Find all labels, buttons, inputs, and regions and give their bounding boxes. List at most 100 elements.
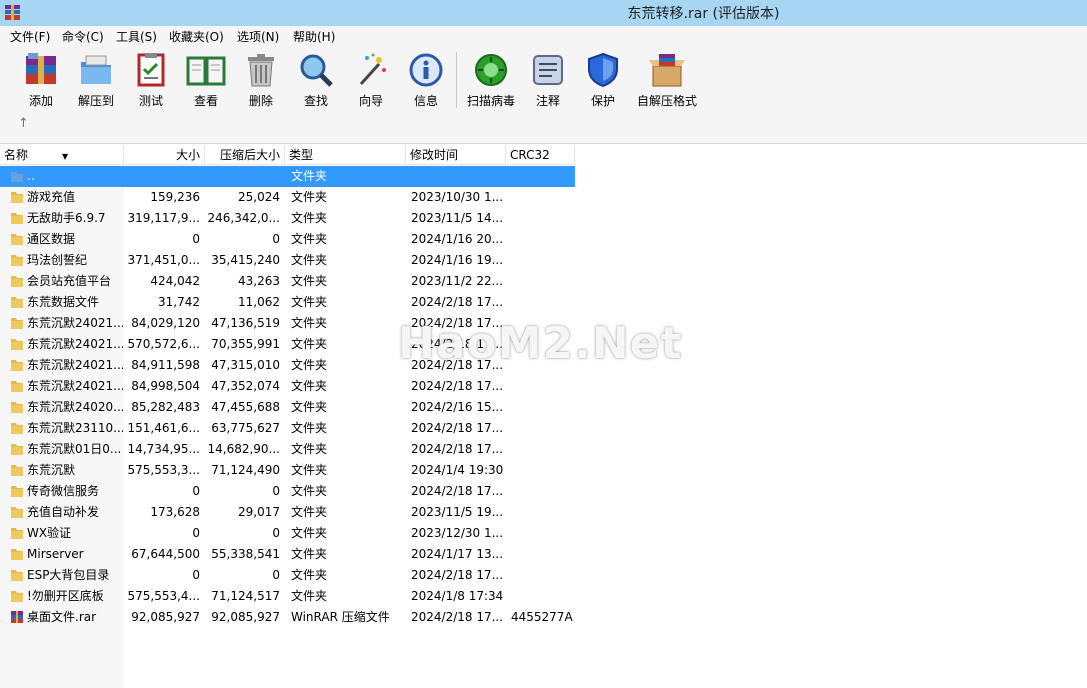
menu-bar: 文件(F) 命令(C) 工具(S) 收藏夹(O) 选项(N) 帮助(H) [0,26,1087,46]
menu-favorites[interactable]: 收藏夹(O) [169,28,224,45]
file-size: 575,553,4... [127,589,200,603]
table-row[interactable]: ESP大背包目录 0 0 文件夹 2024/2/18 17... [0,565,575,586]
file-size: 151,461,6... [127,421,200,435]
file-packed-size: 71,124,517 [211,589,280,603]
table-row[interactable]: 桌面文件.rar 92,085,927 92,085,927 WinRAR 压缩文件 2… [0,607,575,628]
find-label: 查找 [303,94,328,108]
menu-commands[interactable]: 命令(C) [62,28,104,45]
toolbar: 添加 解压到 测试 查看 删除 查找 向导 信息 扫描病毒 注释 保护 自解压格… [0,46,1087,144]
table-row[interactable]: 东荒沉默24021... 84,911,598 47,315,010 文件夹 2024/… [0,355,575,376]
file-packed-size: 55,338,541 [211,547,280,561]
view-icon [186,56,226,86]
parent-folder-row[interactable]: .. 文件夹 [0,166,575,187]
column-name-label: 名称 [4,148,29,162]
file-type: 文件夹 [291,274,328,288]
file-modified: 2024/1/17 13... [411,547,503,561]
column-crc[interactable]: CRC32 [506,145,575,165]
folder-icon [11,486,23,497]
add-button[interactable]: 添加 [12,52,70,112]
info-button[interactable]: 信息 [397,52,455,112]
add-archive-icon [26,53,56,84]
find-button[interactable]: 查找 [287,52,345,112]
file-size: 92,085,927 [131,610,200,624]
column-modified[interactable]: 修改时间 [406,145,506,165]
delete-button[interactable]: 删除 [232,52,290,112]
table-row[interactable]: 东荒沉默01日0... 14,734,95... 14,682,90... 文件夹 20… [0,439,575,460]
table-row[interactable]: 无敌助手6.9.7 319,117,9... 246,342,0... 文件夹 2023… [0,208,575,229]
folder-icon [11,318,23,329]
file-type: 文件夹 [291,568,328,582]
folder-icon [11,402,23,413]
table-row[interactable]: 东荒沉默24020... 85,282,483 47,455,688 文件夹 2024/… [0,397,575,418]
file-size: 371,451,0... [127,253,200,267]
menu-tools[interactable]: 工具(S) [116,28,157,45]
menu-options[interactable]: 选项(N) [237,28,279,45]
file-type: WinRAR 压缩文件 [291,610,390,624]
view-label: 查看 [193,94,218,108]
comment-button[interactable]: 注释 [519,52,577,112]
file-packed-size: 0 [272,484,280,498]
table-row[interactable]: 东荒沉默24021... 570,572,6... 70,355,991 文件夹 202… [0,334,575,355]
file-packed-size: 47,315,010 [211,358,280,372]
file-crc [511,334,575,355]
file-type: 文件夹 [291,169,328,183]
sfx-button[interactable]: 自解压格式 [634,52,700,112]
file-packed-size: 0 [272,568,280,582]
table-row[interactable]: Mirserver 67,644,500 55,338,541 文件夹 2024/1/1… [0,544,575,565]
file-crc: 4455277A [511,610,573,624]
file-modified: 2024/2/18 17... [411,442,503,456]
column-size[interactable]: 大小 [124,145,205,165]
table-row[interactable]: !勿删开区底板 575,553,4... 71,124,517 文件夹 2024/1/8… [0,586,575,607]
file-size: 85,282,483 [131,400,200,414]
file-crc [511,271,575,292]
table-row[interactable]: 东荒沉默 575,553,3... 71,124,490 文件夹 2024/1/4 19… [0,460,575,481]
column-size-label: 大小 [175,148,200,162]
table-row[interactable]: 游戏充值 159,236 25,024 文件夹 2023/10/30 1... [0,187,575,208]
file-packed-size: 70,355,991 [211,337,280,351]
file-size: 424,042 [150,274,200,288]
view-button[interactable]: 查看 [177,52,235,112]
test-label: 测试 [138,94,163,108]
table-row[interactable]: 传奇微信服务 0 0 文件夹 2024/2/18 17... [0,481,575,502]
protect-button[interactable]: 保护 [574,52,632,112]
table-row[interactable]: 充值自动补发 173,628 29,017 文件夹 2023/11/5 19... [0,502,575,523]
file-packed-size: 0 [272,232,280,246]
table-row[interactable]: WX验证 0 0 文件夹 2023/12/30 1... [0,523,575,544]
table-row[interactable]: 东荒数据文件 31,742 11,062 文件夹 2024/2/18 17... [0,292,575,313]
file-crc [511,313,575,334]
menu-file[interactable]: 文件(F) [10,28,50,45]
column-crc-label: CRC32 [510,148,550,162]
folder-icon [11,465,23,476]
file-size [124,166,200,187]
table-row[interactable]: 东荒沉默24021... 84,029,120 47,136,519 文件夹 2024/… [0,313,575,334]
column-type[interactable]: 类型 [285,145,406,165]
sfx-label: 自解压格式 [636,94,697,108]
up-folder-icon[interactable]: ↑ [18,117,32,131]
rar-file-icon [11,611,23,623]
table-row[interactable]: 通区数据 0 0 文件夹 2024/1/16 20... [0,229,575,250]
virus-scan-button[interactable]: 扫描病毒 [462,52,520,112]
column-packed[interactable]: 压缩后大小 [205,145,285,165]
file-crc [511,376,575,397]
file-type: 文件夹 [291,442,328,456]
file-type: 文件夹 [291,547,328,561]
file-crc [511,586,575,607]
test-button[interactable]: 测试 [122,52,180,112]
table-row[interactable]: 玛法创誓纪 371,451,0... 35,415,240 文件夹 2024/1/16 … [0,250,575,271]
wizard-button[interactable]: 向导 [342,52,400,112]
file-modified: 2024/1/16 20... [411,232,503,246]
extract-to-button[interactable]: 解压到 [67,52,125,112]
test-icon [137,53,165,87]
table-row[interactable]: 东荒沉默23110... 151,461,6... 63,775,627 文件夹 202… [0,418,575,439]
table-row[interactable]: 东荒沉默24021... 84,998,504 47,352,074 文件夹 2024/… [0,376,575,397]
virus-scan-label: 扫描病毒 [466,94,515,108]
table-row[interactable]: 会员站充值平台 424,042 43,263 文件夹 2023/11/2 22... [0,271,575,292]
file-size: 84,029,120 [131,316,200,330]
menu-help[interactable]: 帮助(H) [293,28,335,45]
file-type: 文件夹 [291,295,328,309]
file-name: 会员站充值平台 [27,274,112,288]
file-modified: 2023/11/2 22... [411,274,503,288]
file-modified: 2024/2/16 15... [411,400,503,414]
file-type: 文件夹 [291,379,328,393]
column-name[interactable]: 名称 ▼ [0,145,124,165]
